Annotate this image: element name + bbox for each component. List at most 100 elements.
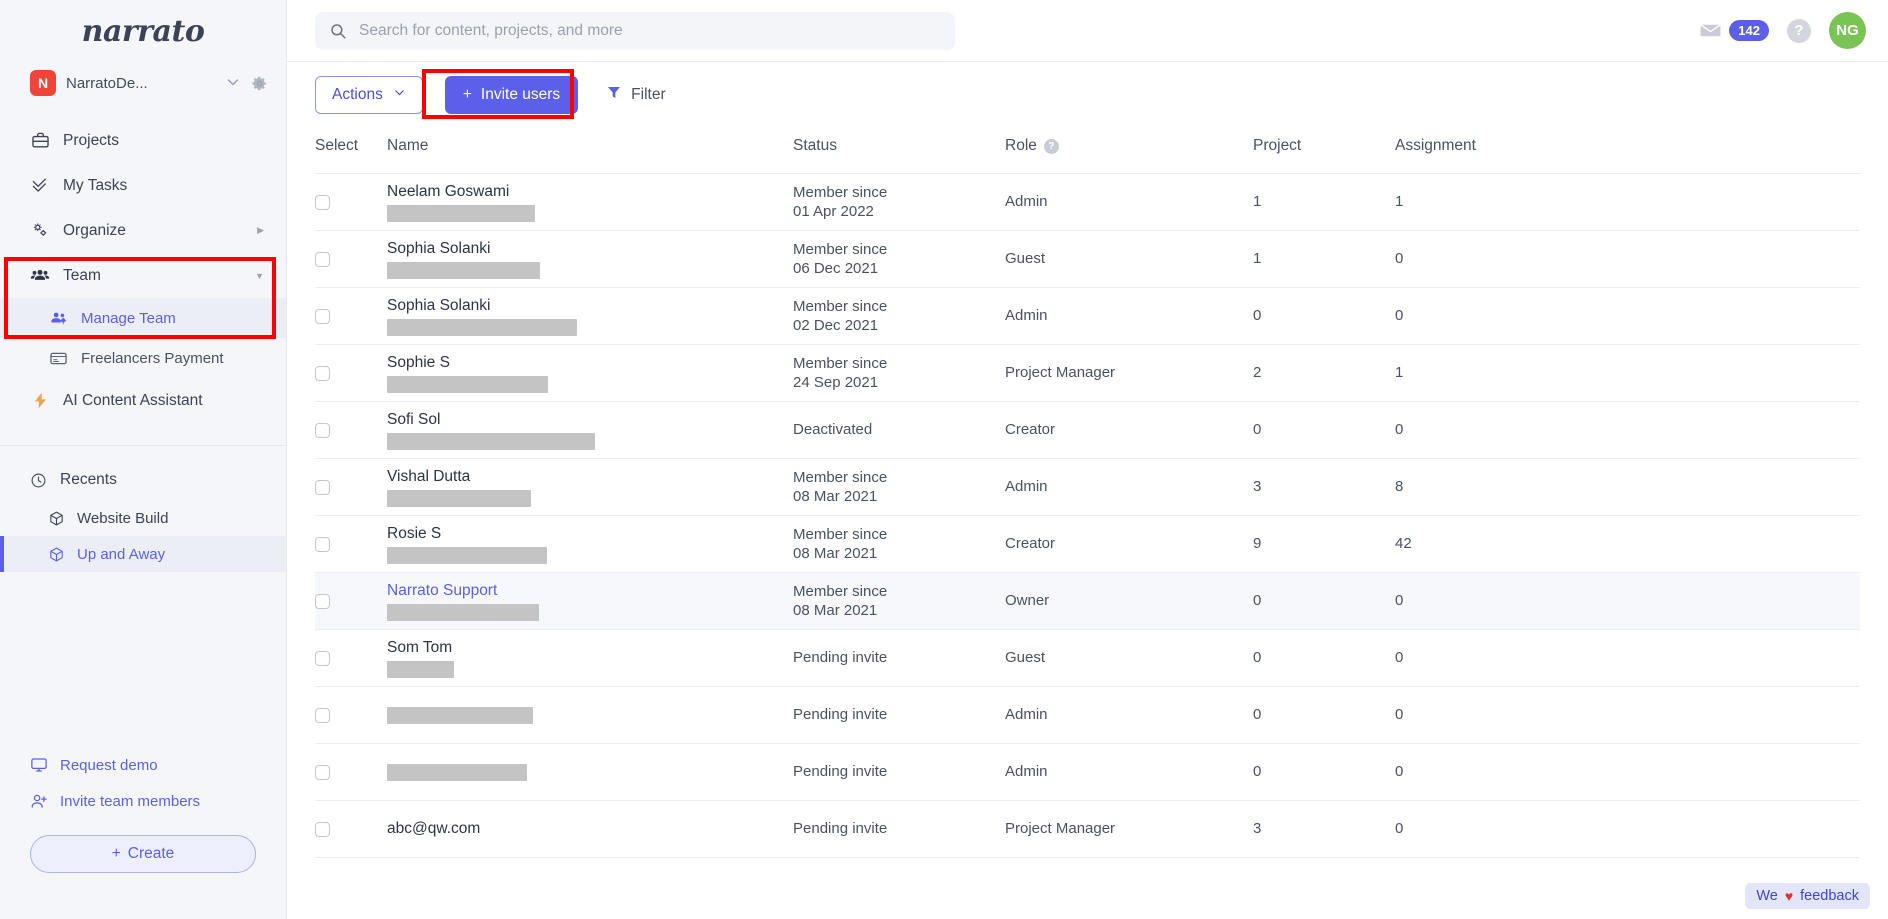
table-row[interactable]: Sofi Sol Deactivated Creator 0 0 bbox=[315, 401, 1860, 459]
member-name: Sophie S bbox=[387, 353, 450, 371]
status-text: Pending invite bbox=[793, 648, 1005, 667]
clock-icon bbox=[30, 472, 48, 489]
row-checkbox[interactable] bbox=[315, 764, 330, 780]
row-assignment-cell: 8 bbox=[1395, 458, 1860, 516]
row-checkbox[interactable] bbox=[315, 650, 330, 666]
sidebar-item-team[interactable]: Team ▼ bbox=[0, 253, 286, 298]
row-project-cell: 1 bbox=[1253, 173, 1395, 231]
funnel-icon bbox=[606, 84, 622, 105]
search-icon bbox=[329, 22, 347, 40]
brand-logo-text: narrato bbox=[81, 13, 205, 49]
search-bar[interactable] bbox=[315, 11, 955, 50]
row-role-cell-value: Admin bbox=[1005, 307, 1048, 324]
row-select-cell bbox=[315, 401, 387, 459]
table-row[interactable]: Neelam Goswami Member since 01 Apr 2022 Adm… bbox=[315, 173, 1860, 231]
row-role-cell-value: Owner bbox=[1005, 592, 1050, 609]
table-row[interactable]: Rosie S Member since 08 Mar 2021 Creator 9 42 bbox=[315, 515, 1860, 573]
row-checkbox[interactable] bbox=[315, 707, 330, 723]
feedback-widget[interactable]: We ♥ feedback bbox=[1745, 883, 1870, 909]
status-text: Deactivated bbox=[793, 420, 1005, 439]
recent-item-up-and-away[interactable]: Up and Away bbox=[0, 536, 286, 572]
sidebar-footer: Request demo Invite team members + Creat… bbox=[0, 747, 286, 919]
sidebar-item-projects[interactable]: Projects bbox=[0, 118, 286, 163]
row-status-cell: Pending invite bbox=[793, 629, 1005, 687]
table-row[interactable]: Narrato Support Member since 08 Mar 2021 Ow… bbox=[315, 572, 1860, 630]
top-bar-actions: 142 ? NG bbox=[1698, 12, 1866, 49]
chevron-down-icon[interactable] bbox=[225, 74, 241, 93]
row-checkbox[interactable] bbox=[315, 365, 330, 381]
mail-icon bbox=[1698, 18, 1723, 43]
plus-icon: + bbox=[462, 85, 472, 103]
table-row[interactable]: Vishal Dutta Member since 08 Mar 2021 Admin… bbox=[315, 458, 1860, 516]
help-icon[interactable]: ? bbox=[1787, 18, 1811, 43]
filter-button[interactable]: Filter bbox=[606, 84, 666, 105]
create-button-label: Create bbox=[127, 845, 175, 862]
table-row[interactable]: Sophia Solanki Member since 02 Dec 2021 Adm… bbox=[315, 287, 1860, 345]
chevron-down-icon[interactable]: ▼ bbox=[255, 271, 264, 281]
invite-team-members-link[interactable]: Invite team members bbox=[0, 783, 286, 819]
row-project-cell-value: 3 bbox=[1253, 478, 1262, 495]
request-demo-link[interactable]: Request demo bbox=[0, 747, 286, 783]
sidebar-item-organize[interactable]: Organize ▶ bbox=[0, 208, 286, 253]
sidebar-item-ai-content-assistant[interactable]: AI Content Assistant bbox=[0, 378, 286, 423]
row-assignment-cell-value: 0 bbox=[1395, 649, 1404, 666]
row-name-cell: Narrato Support bbox=[387, 572, 793, 630]
row-select-cell bbox=[315, 287, 387, 345]
role-help-icon[interactable]: ? bbox=[1043, 138, 1059, 154]
recent-item-website-build[interactable]: Website Build bbox=[0, 500, 286, 536]
row-role-cell-value: Guest bbox=[1005, 649, 1046, 666]
table-row[interactable]: abc@qw.com Pending invite Project Manager 3… bbox=[315, 800, 1860, 858]
column-header-assignment: Assignment bbox=[1395, 127, 1860, 174]
table-row[interactable]: Sophia Solanki Member since 06 Dec 2021 Gue… bbox=[315, 230, 1860, 288]
row-checkbox[interactable] bbox=[315, 194, 330, 210]
row-checkbox[interactable] bbox=[315, 479, 330, 495]
row-checkbox[interactable] bbox=[315, 308, 330, 324]
invite-users-button[interactable]: + Invite users bbox=[444, 75, 579, 114]
messages-badge: 142 bbox=[1729, 20, 1769, 41]
chevron-right-icon[interactable]: ▶ bbox=[257, 225, 264, 236]
cube-icon bbox=[48, 546, 66, 563]
workspace-selector[interactable]: N NarratoDe... bbox=[0, 62, 286, 104]
status-line-2: 02 Dec 2021 bbox=[793, 317, 879, 334]
sidebar-item-my-tasks[interactable]: My Tasks bbox=[0, 163, 286, 208]
create-button[interactable]: + Create bbox=[30, 835, 256, 873]
row-checkbox[interactable] bbox=[315, 536, 330, 552]
actions-button[interactable]: Actions bbox=[315, 75, 423, 114]
sidebar: narrato N NarratoDe... Projects My Tasks… bbox=[0, 0, 287, 919]
status-line-1: Member since bbox=[793, 183, 888, 201]
row-role-cell-value: Guest bbox=[1005, 250, 1046, 267]
row-role-cell: Creator bbox=[1005, 401, 1253, 459]
sidebar-item-freelancers-payment[interactable]: Freelancers Payment bbox=[0, 338, 286, 378]
messages-button[interactable]: 142 bbox=[1698, 18, 1769, 43]
row-role-cell-value: Admin bbox=[1005, 478, 1048, 495]
search-input[interactable] bbox=[359, 21, 941, 40]
row-project-cell-value: 0 bbox=[1253, 706, 1262, 723]
row-role-cell-value: Creator bbox=[1005, 535, 1056, 552]
member-name[interactable]: Narrato Support bbox=[387, 582, 793, 600]
status-text: Pending invite bbox=[793, 819, 1005, 838]
row-assignment-cell: 0 bbox=[1395, 230, 1860, 288]
member-name: abc@qw.com bbox=[387, 820, 481, 837]
status-line-1: Member since bbox=[793, 240, 888, 258]
invite-users-label: Invite users bbox=[480, 85, 561, 103]
brand-logo[interactable]: narrato bbox=[0, 0, 286, 62]
avatar[interactable]: NG bbox=[1829, 12, 1866, 49]
row-assignment-cell-value: 1 bbox=[1395, 364, 1404, 381]
table-row[interactable]: Som Tom Pending invite Guest 0 0 bbox=[315, 629, 1860, 687]
sidebar-item-manage-team[interactable]: Manage Team bbox=[0, 298, 286, 338]
table-row[interactable]: Sophie S Member since 24 Sep 2021 Project M… bbox=[315, 344, 1860, 402]
row-checkbox[interactable] bbox=[315, 821, 330, 837]
table-row[interactable]: Pending invite Admin 0 0 bbox=[315, 743, 1860, 801]
row-assignment-cell-value: 0 bbox=[1395, 592, 1404, 609]
payment-card-icon bbox=[48, 349, 68, 368]
row-checkbox[interactable] bbox=[315, 422, 330, 438]
row-assignment-cell-value: 0 bbox=[1395, 421, 1404, 438]
row-checkbox[interactable] bbox=[315, 251, 330, 267]
status-text: Member since 02 Dec 2021 bbox=[793, 297, 1005, 335]
member-name: Sophia Solanki bbox=[387, 296, 491, 314]
main-content: 142 ? NG Actions + Invite users bbox=[287, 0, 1888, 919]
gear-icon[interactable] bbox=[251, 75, 268, 92]
row-checkbox[interactable] bbox=[315, 593, 330, 609]
table-row[interactable]: Pending invite Admin 0 0 bbox=[315, 686, 1860, 744]
row-assignment-cell-value: 0 bbox=[1395, 706, 1404, 723]
